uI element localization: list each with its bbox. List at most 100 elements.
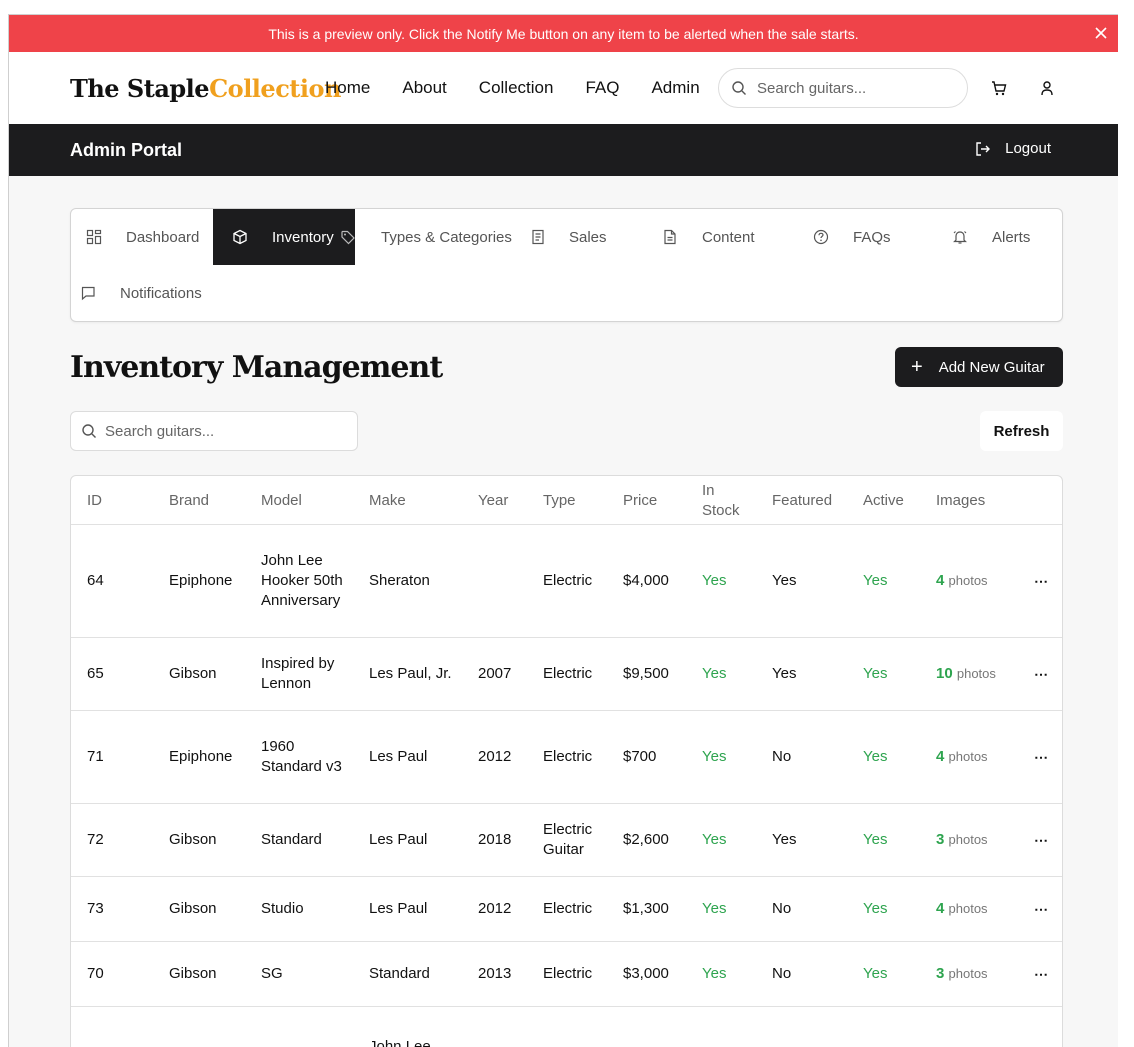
cell-year: 2018 bbox=[478, 831, 512, 848]
tab-types-categories[interactable]: Types & Categories bbox=[355, 209, 525, 265]
cell-id: 73 bbox=[87, 900, 104, 917]
tab-inventory-label: Inventory bbox=[272, 229, 334, 246]
tab-content[interactable]: Content bbox=[655, 209, 803, 265]
column-header-price[interactable]: Price bbox=[623, 491, 657, 511]
cell-id: 71 bbox=[87, 748, 104, 765]
row-actions-more-icon[interactable]: ⋯ bbox=[1034, 571, 1048, 591]
cell-images: 3 photos bbox=[936, 964, 988, 984]
table-row[interactable]: 70 Gibson SG Standard 2013 Electric $3,000 Yes N… bbox=[71, 942, 1062, 1007]
cell-make: Les Paul bbox=[369, 900, 428, 917]
photos-label: photos bbox=[948, 832, 988, 847]
table-row[interactable]: 71 Epiphone 1960 Standard v3 Les Paul 2012 El… bbox=[71, 711, 1062, 804]
close-icon bbox=[1095, 27, 1107, 39]
search-icon bbox=[82, 424, 96, 438]
logout-icon bbox=[976, 141, 991, 156]
photos-label: photos bbox=[948, 966, 988, 981]
nav-home-link[interactable]: Home bbox=[325, 78, 370, 98]
tab-dashboard[interactable]: Dashboard bbox=[71, 209, 213, 265]
browser-viewport: This is a preview only. Click the Notify… bbox=[8, 14, 1118, 1047]
tab-faqs[interactable]: FAQs bbox=[803, 209, 943, 265]
table-row[interactable]: 65 Gibson Inspired by Lennon Les Paul, Jr. 2… bbox=[71, 638, 1062, 711]
nav-about-link[interactable]: About bbox=[402, 78, 446, 98]
cell-in-stock: Yes bbox=[702, 748, 727, 765]
cell-price: $4,000 bbox=[623, 572, 669, 589]
account-button[interactable] bbox=[1037, 78, 1057, 98]
cell-images: 10 photos bbox=[936, 664, 996, 684]
cart-button[interactable] bbox=[989, 78, 1009, 98]
table-row[interactable]: John Lee bbox=[71, 1007, 1062, 1047]
column-header-brand[interactable]: Brand bbox=[169, 491, 209, 511]
table-row[interactable]: 64 Epiphone John Lee Hooker 50th Anniversa… bbox=[71, 525, 1062, 638]
photos-label: photos bbox=[948, 901, 988, 916]
cell-active: Yes bbox=[863, 831, 888, 848]
cell-active: Yes bbox=[863, 572, 888, 589]
cell-type: Electric bbox=[543, 965, 593, 982]
cell-price: $1,300 bbox=[623, 900, 669, 917]
site-logo[interactable]: The StapleCollection bbox=[70, 74, 341, 103]
document-icon bbox=[661, 228, 679, 246]
row-actions-more-icon[interactable]: ⋯ bbox=[1034, 664, 1048, 684]
photos-label: photos bbox=[956, 666, 996, 681]
cell-model: SG bbox=[261, 965, 283, 982]
tab-inventory[interactable]: Inventory bbox=[213, 209, 355, 265]
inventory-search-input[interactable] bbox=[105, 422, 335, 440]
row-actions-more-icon[interactable]: ⋯ bbox=[1034, 964, 1048, 984]
tab-sales[interactable]: Sales bbox=[525, 209, 655, 265]
tab-faqs-label: FAQs bbox=[853, 229, 891, 246]
nav-collection-link[interactable]: Collection bbox=[479, 78, 554, 98]
cell-make: John Lee bbox=[369, 1038, 431, 1047]
column-header-type[interactable]: Type bbox=[543, 491, 576, 511]
column-header-active[interactable]: Active bbox=[863, 491, 904, 511]
user-icon bbox=[1041, 81, 1053, 96]
plus-icon: + bbox=[911, 356, 923, 378]
column-header-images[interactable]: Images bbox=[936, 491, 985, 511]
image-count: 10 bbox=[936, 665, 953, 682]
tab-content-label: Content bbox=[702, 229, 755, 246]
close-banner-button[interactable] bbox=[1092, 24, 1110, 42]
row-actions-more-icon[interactable]: ⋯ bbox=[1034, 899, 1048, 919]
refresh-button[interactable]: Refresh bbox=[980, 411, 1063, 451]
cell-type: Electric bbox=[543, 748, 593, 765]
tab-alerts[interactable]: Alerts bbox=[943, 209, 1063, 265]
cell-in-stock: Yes bbox=[702, 831, 727, 848]
cell-model: Standard bbox=[261, 831, 322, 848]
cart-icon bbox=[992, 81, 1007, 96]
table-row[interactable]: 73 Gibson Studio Les Paul 2012 Electric $1,300… bbox=[71, 877, 1062, 942]
add-new-guitar-button[interactable]: + Add New Guitar bbox=[895, 347, 1063, 387]
cell-model: Inspired by Lennon bbox=[261, 655, 335, 692]
cell-active: Yes bbox=[863, 965, 888, 982]
cell-brand: Gibson bbox=[169, 965, 217, 982]
tab-notifications[interactable]: Notifications bbox=[71, 265, 221, 321]
row-actions-more-icon[interactable]: ⋯ bbox=[1034, 830, 1048, 850]
cell-brand: Epiphone bbox=[169, 572, 233, 589]
table-row[interactable]: 72 Gibson Standard Les Paul 2018 Electric Gui… bbox=[71, 804, 1062, 877]
header-search-input[interactable] bbox=[757, 79, 937, 97]
column-header-id[interactable]: ID bbox=[87, 491, 102, 511]
cell-price: $700 bbox=[623, 748, 657, 765]
nav-admin-link[interactable]: Admin bbox=[651, 78, 699, 98]
cell-year: 2013 bbox=[478, 965, 512, 982]
image-count: 3 bbox=[936, 965, 945, 982]
admin-bar: Admin Portal Logout bbox=[9, 124, 1118, 176]
cell-images: 3 photos bbox=[936, 830, 988, 850]
cell-id: 64 bbox=[87, 572, 104, 589]
cell-featured: No bbox=[772, 900, 792, 917]
logout-button[interactable]: Logout bbox=[975, 140, 1051, 157]
box-icon bbox=[231, 228, 249, 246]
column-header-year[interactable]: Year bbox=[478, 491, 508, 511]
cell-model: 1960 Standard v3 bbox=[261, 738, 342, 775]
cell-price: $3,000 bbox=[623, 965, 669, 982]
column-header-make[interactable]: Make bbox=[369, 491, 406, 511]
column-header-featured[interactable]: Featured bbox=[772, 491, 832, 511]
column-header-in-stock[interactable]: In Stock bbox=[702, 481, 746, 521]
nav-faq-link[interactable]: FAQ bbox=[585, 78, 619, 98]
dashboard-icon bbox=[85, 228, 103, 246]
cell-make: Les Paul bbox=[369, 748, 428, 765]
column-header-model[interactable]: Model bbox=[261, 491, 302, 511]
row-actions-more-icon[interactable]: ⋯ bbox=[1034, 747, 1048, 767]
tab-types-categories-label: Types & Categories bbox=[381, 229, 512, 246]
cell-brand: Epiphone bbox=[169, 748, 233, 765]
tab-sales-label: Sales bbox=[569, 229, 607, 246]
cell-in-stock: Yes bbox=[702, 965, 727, 982]
banner-text: This is a preview only. Click the Notify… bbox=[268, 25, 859, 42]
